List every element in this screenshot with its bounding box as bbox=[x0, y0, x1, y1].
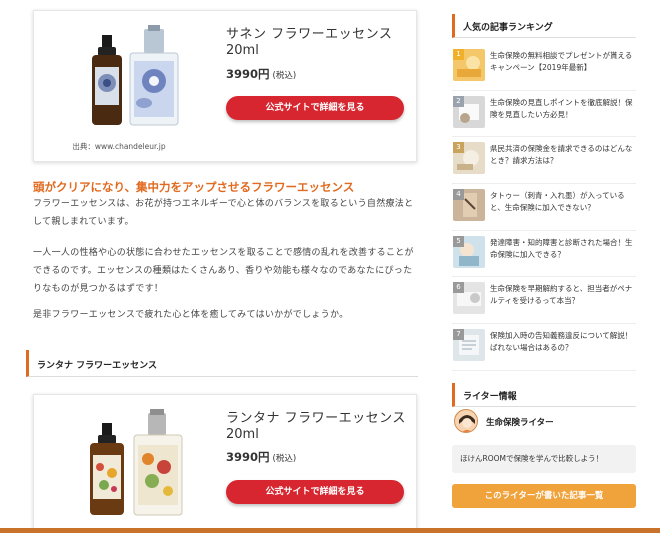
article-paragraph: フラワーエッセンスは、お花が持つエネルギーで心と体のバランスを取るという自然療法… bbox=[33, 199, 414, 227]
product-price: 3990円 (税込) bbox=[226, 449, 296, 465]
article-paragraph: 是非フラワーエッセンスで疲れた心と体を癒してみてはいかがでしょうか。 bbox=[33, 310, 349, 320]
ranking-title-text: 人気の記事ランキング bbox=[463, 23, 553, 33]
section-heading: ランタナ フラワーエッセンス bbox=[26, 350, 418, 377]
section-heading-text: ランタナ フラワーエッセンス bbox=[37, 361, 157, 371]
rank-badge: 1 bbox=[453, 49, 464, 60]
price-value: 3990円 bbox=[226, 67, 270, 81]
writer-articles-button[interactable]: このライターが書いた記事一覧 bbox=[452, 484, 636, 508]
official-site-button[interactable]: 公式サイトで詳細を見る bbox=[226, 96, 404, 120]
ranking-item-title: 発達障害・知的障害と診断された場合！生命保険に加入できる？ bbox=[490, 237, 633, 259]
tax-note: (税込) bbox=[272, 71, 297, 81]
writer-name[interactable]: 生命保険ライター bbox=[486, 416, 554, 428]
ranking-item[interactable]: 1 生命保険の無料相談でプレゼントが貰えるキャンペーン【2019年最新】 bbox=[452, 44, 636, 91]
product-name: サネン フラワーエッセンス bbox=[226, 27, 393, 42]
product-size: 20ml bbox=[226, 427, 259, 442]
ranking-list: 1 生命保険の無料相談でプレゼントが貰えるキャンペーン【2019年最新】 2 生… bbox=[452, 44, 636, 371]
writer-title-text: ライター情報 bbox=[463, 392, 517, 402]
bottom-bar bbox=[0, 528, 660, 533]
ranking-item[interactable]: 7 保険加入時の告知義務違反について解説！ばれない場合はあるの？ bbox=[452, 324, 636, 371]
ranking-item[interactable]: 6 生命保険を早期解約すると、担当者がペナルティを受けるって本当？ bbox=[452, 277, 636, 325]
product-image bbox=[90, 409, 183, 516]
rank-badge: 3 bbox=[453, 142, 464, 154]
product-name: ランタナ フラワーエッセンス bbox=[226, 411, 406, 426]
main-content: 出典：www.chandeleur.jp サネン フラワーエッセンス 20ml … bbox=[0, 0, 440, 533]
article-paragraph: 一人一人の性格や心の状態に合わせたエッセンスを取ることで感情の乱れを改善すること… bbox=[33, 248, 414, 294]
rank-badge: 6 bbox=[453, 282, 464, 294]
product-card: ランタナ フラワーエッセンス 20ml 3990円 (税込) 公式サイトで詳細を見… bbox=[33, 394, 417, 530]
tax-note: (税込) bbox=[272, 454, 297, 464]
product-size: 20ml bbox=[226, 43, 259, 58]
ranking-item[interactable]: 2 生命保険の見直しポイントを徹底解説！保険を見直したい方必見！ bbox=[452, 91, 636, 138]
ranking-item-title: 生命保険の無料相談でプレゼントが貰えるキャンペーン【2019年最新】 bbox=[490, 51, 633, 72]
rank-badge: 4 bbox=[453, 189, 464, 201]
rank-badge: 2 bbox=[453, 95, 464, 107]
article-subheading: 頭がクリアになり、集中力をアップさせるフラワーエッセンス bbox=[33, 180, 355, 194]
ranking-widget-title: 人気の記事ランキング bbox=[452, 14, 636, 38]
product-price: 3990円 (税込) bbox=[226, 66, 296, 82]
product-card: 出典：www.chandeleur.jp サネン フラワーエッセンス 20ml … bbox=[33, 10, 417, 162]
sidebar: 人気の記事ランキング 1 生命保険の無料相談でプレゼントが貰えるキャンペーン【2… bbox=[452, 0, 636, 533]
product-image bbox=[92, 25, 179, 126]
ranking-item-title: 生命保険の見直しポイントを徹底解説！保険を見直したい方必見！ bbox=[490, 97, 633, 119]
ranking-item-title: タトゥー（刺青・入れ墨）が入っていると、生命保険に加入できない？ bbox=[490, 191, 625, 213]
writer-widget-title: ライター情報 bbox=[452, 383, 636, 407]
ranking-item-title: 保険加入時の告知義務違反について解説！ばれない場合はあるの？ bbox=[490, 331, 633, 353]
ranking-item[interactable]: 3 県民共済の保険金を請求できるのはどんなとき？請求方法は？ bbox=[452, 137, 636, 185]
ranking-item-title: 県民共済の保険金を請求できるのはどんなとき？請求方法は？ bbox=[490, 144, 633, 166]
avatar bbox=[454, 409, 478, 433]
ranking-item[interactable]: 4 タトゥー（刺青・入れ墨）が入っていると、生命保険に加入できない？ bbox=[452, 184, 636, 231]
ranking-item-title: 生命保険を早期解約すると、担当者がペナルティを受けるって本当？ bbox=[490, 284, 633, 306]
price-value: 3990円 bbox=[226, 450, 270, 464]
official-site-button[interactable]: 公式サイトで詳細を見る bbox=[226, 480, 404, 504]
ranking-item[interactable]: 5 発達障害・知的障害と診断された場合！生命保険に加入できる？ bbox=[452, 231, 636, 278]
image-credit: 出典：www.chandeleur.jp bbox=[72, 142, 166, 151]
writer-bio: ほけんROOMで保険を学んで比較しよう！ bbox=[452, 445, 636, 473]
rank-badge: 5 bbox=[453, 235, 464, 247]
rank-badge: 7 bbox=[453, 329, 464, 341]
